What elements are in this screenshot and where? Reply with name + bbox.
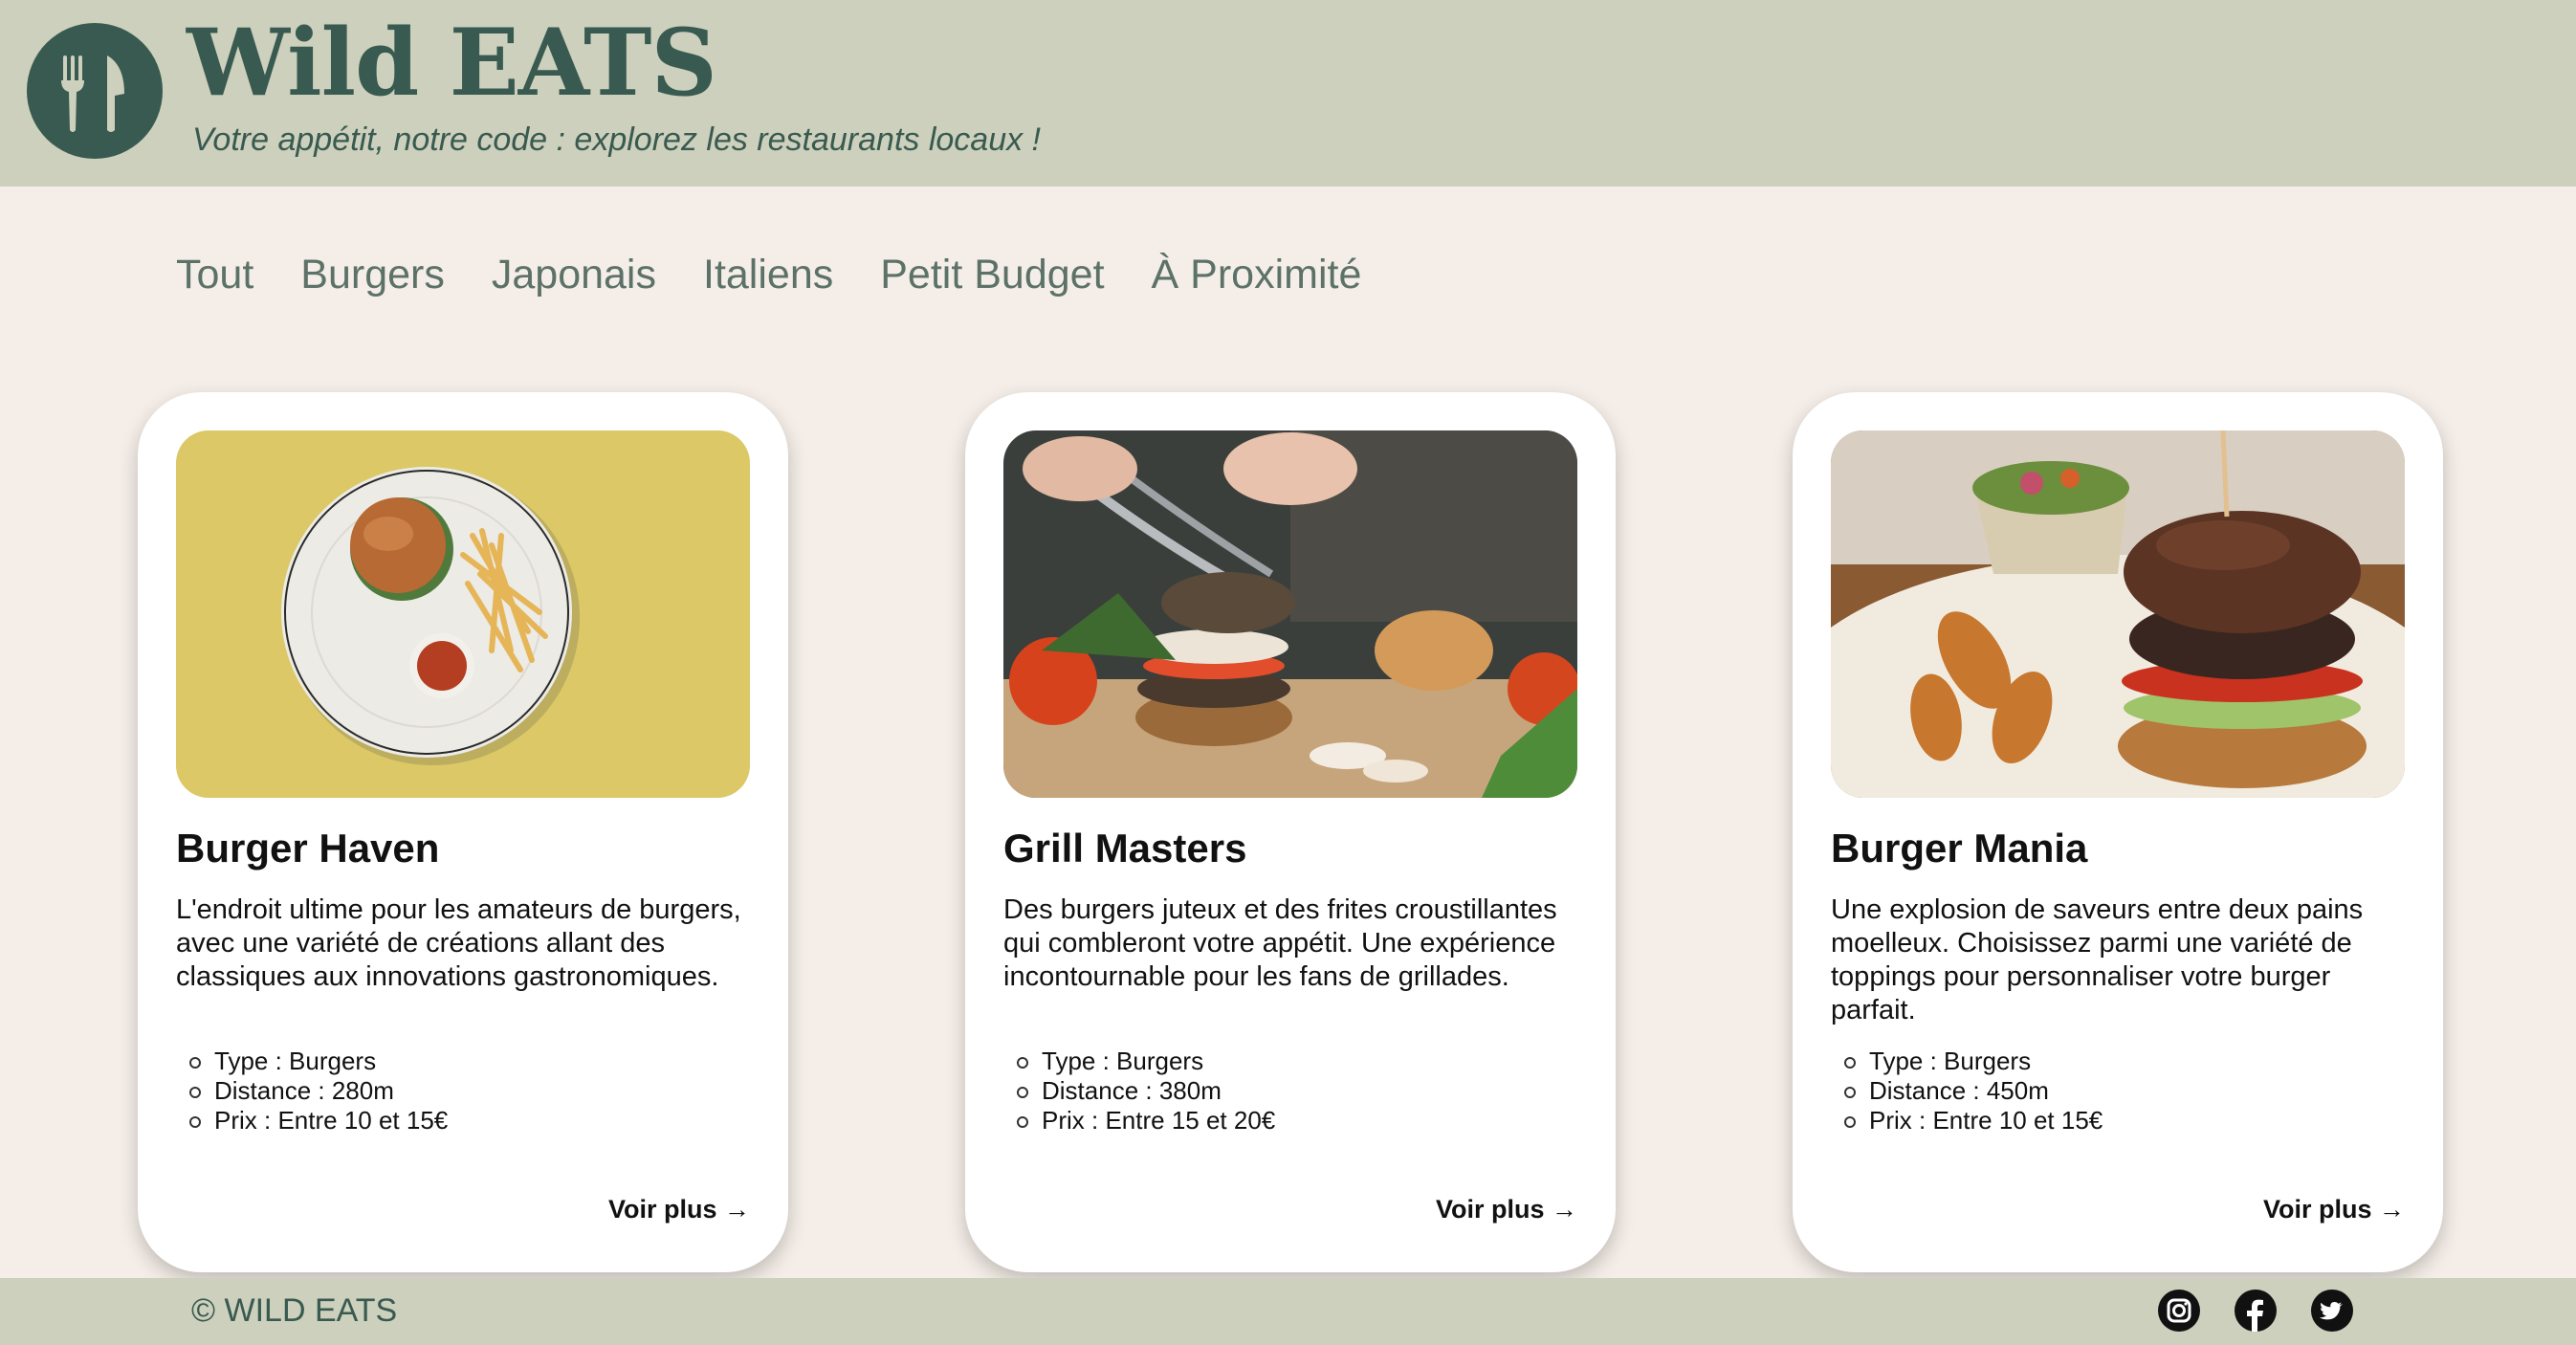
nav-item-italiens[interactable]: Italiens [703,251,833,300]
restaurant-card[interactable]: Burger Mania Une explosion de saveurs en… [1793,392,2443,1272]
card-price: Prix : Entre 10 et 15€ [176,1106,448,1136]
voir-plus-link[interactable]: Voir plus → [608,1194,750,1224]
site-header: Wild EATS Votre appétit, notre code : ex… [0,0,2576,187]
card-title: Grill Masters [1003,826,1247,871]
card-details: Type : Burgers Distance : 450m Prix : En… [1831,1047,2103,1136]
restaurant-card[interactable]: Grill Masters Des burgers juteux et des … [965,392,1616,1272]
fork-knife-icon[interactable] [27,23,163,159]
restaurant-photo [1831,430,2405,798]
card-title: Burger Haven [176,826,440,871]
brand-title[interactable]: Wild EATS [187,6,717,121]
card-description: Des burgers juteux et des frites crousti… [1003,894,1557,992]
voir-plus-link[interactable]: Voir plus → [2263,1194,2405,1224]
card-price: Prix : Entre 15 et 20€ [1003,1106,1275,1136]
category-nav: Tout Burgers Japonais Italiens Petit Bud… [176,251,1361,300]
site-footer: © WILD EATS [0,1278,2576,1345]
card-details: Type : Burgers Distance : 380m Prix : En… [1003,1047,1275,1136]
nav-item-a-proximite[interactable]: À Proximité [1152,251,1362,300]
card-type: Type : Burgers [1003,1047,1275,1076]
instagram-icon[interactable] [2158,1290,2200,1332]
voir-plus-link[interactable]: Voir plus → [1436,1194,1577,1224]
restaurant-card[interactable]: Burger Haven L'endroit ultime pour les a… [138,392,788,1272]
restaurant-photo [176,430,750,798]
card-description: L'endroit ultime pour les amateurs de bu… [176,894,741,992]
restaurant-photo [1003,430,1577,798]
card-type: Type : Burgers [1831,1047,2103,1076]
twitter-icon[interactable] [2311,1290,2353,1332]
card-distance: Distance : 450m [1831,1076,2103,1106]
facebook-icon[interactable] [2235,1290,2277,1332]
card-distance: Distance : 380m [1003,1076,1275,1106]
nav-item-burgers[interactable]: Burgers [300,251,445,300]
nav-item-petit-budget[interactable]: Petit Budget [880,251,1104,300]
card-title: Burger Mania [1831,826,2088,871]
card-price: Prix : Entre 10 et 15€ [1831,1106,2103,1136]
card-distance: Distance : 280m [176,1076,448,1106]
nav-item-tout[interactable]: Tout [176,251,253,300]
copyright: © WILD EATS [191,1292,398,1329]
nav-item-japonais[interactable]: Japonais [492,251,656,300]
card-type: Type : Burgers [176,1047,448,1076]
card-description: Une explosion de saveurs entre deux pain… [1831,894,2364,1025]
tagline: Votre appétit, notre code : explorez les… [192,121,1042,158]
card-details: Type : Burgers Distance : 280m Prix : En… [176,1047,448,1136]
